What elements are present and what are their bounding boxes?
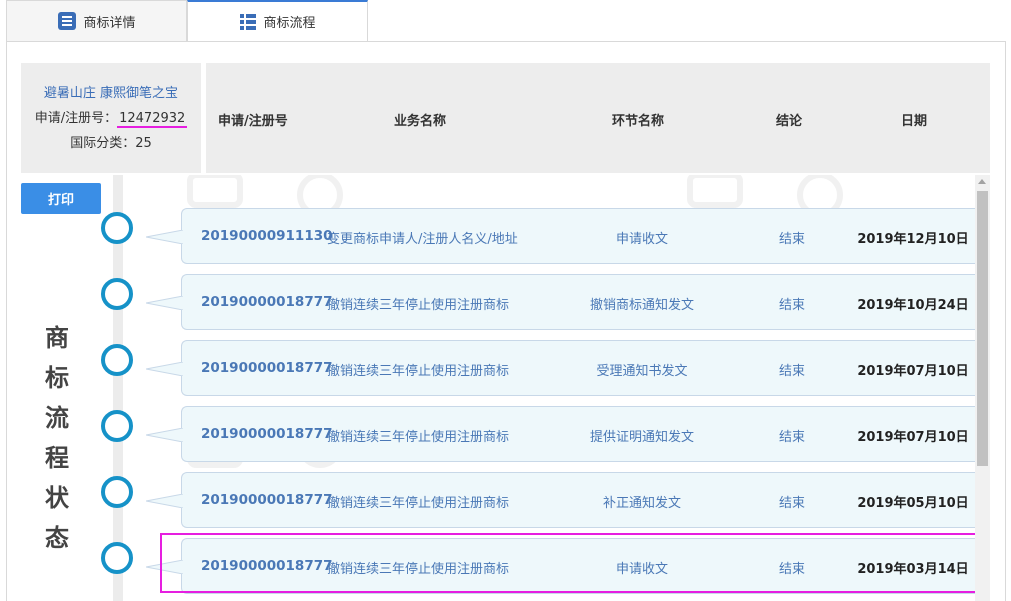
header-result: 结论 <box>776 114 803 129</box>
row-business: 撤销连续三年停止使用注册商标 <box>327 430 510 445</box>
row-result: 结束 <box>778 496 805 511</box>
row-result: 结束 <box>778 562 805 577</box>
row-reg-no: 20190000018777 <box>201 294 333 310</box>
flow-row[interactable]: 20190000018777 撤销连续三年停止使用注册商标 申请收文 结束 20… <box>146 538 975 594</box>
scrollbar-thumb[interactable] <box>977 191 988 466</box>
speech-pointer <box>146 362 183 376</box>
tab-trademark-detail[interactable]: 商标详情 <box>6 0 187 42</box>
row-reg-no: 20190000018777 <box>201 360 333 376</box>
speech-pointer <box>146 428 183 442</box>
flow-row[interactable]: 20190000911130 变更商标申请人/注册人名义/地址 申请收文 结束 … <box>146 208 975 264</box>
tab-label: 商标详情 <box>83 15 136 31</box>
row-reg-no: 20190000018777 <box>201 558 333 574</box>
tab-bar: 商标详情 商标流程 <box>6 0 368 42</box>
row-date: 2019年07月10日 <box>857 430 969 445</box>
scroll-up-arrow-icon[interactable] <box>978 179 986 184</box>
row-date: 2019年07月10日 <box>857 364 969 379</box>
row-result: 结束 <box>778 232 805 247</box>
title-char: 商 <box>45 324 69 352</box>
speech-pointer <box>146 494 183 508</box>
timeline-node <box>101 278 133 310</box>
trademark-name[interactable]: 避暑山庄 康熙御笔之宝 <box>44 81 178 106</box>
timeline-node <box>101 212 133 244</box>
row-business: 撤销连续三年停止使用注册商标 <box>327 364 510 379</box>
row-business: 撤销连续三年停止使用注册商标 <box>327 496 510 511</box>
row-date: 2019年10月24日 <box>857 298 969 313</box>
row-step: 受理通知书发文 <box>596 364 688 379</box>
class-label: 国际分类： <box>70 135 136 151</box>
row-step: 撤销商标通知发文 <box>589 298 694 313</box>
flow-row[interactable]: 20190000018777 撤销连续三年停止使用注册商标 撤销商标通知发文 结… <box>146 274 975 330</box>
row-result: 结束 <box>778 364 805 379</box>
row-date: 2019年05月10日 <box>857 496 969 511</box>
title-char: 态 <box>45 524 69 552</box>
row-step: 提供证明通知发文 <box>589 430 694 445</box>
row-business: 撤销连续三年停止使用注册商标 <box>327 298 510 313</box>
row-step: 申请收文 <box>615 562 668 577</box>
row-reg-no: 20190000911130 <box>201 228 333 244</box>
row-result: 结束 <box>778 298 805 313</box>
header-business: 业务名称 <box>394 114 447 129</box>
flow-row[interactable]: 20190000018777 撤销连续三年停止使用注册商标 提供证明通知发文 结… <box>146 406 975 462</box>
row-business: 变更商标申请人/注册人名义/地址 <box>327 232 518 247</box>
speech-pointer <box>146 296 183 310</box>
speech-pointer <box>146 560 183 574</box>
row-step: 补正通知发文 <box>602 496 681 511</box>
header-date: 日期 <box>901 114 928 129</box>
title-char: 程 <box>45 444 69 472</box>
document-list-icon <box>58 12 77 30</box>
row-reg-no: 20190000018777 <box>201 426 333 442</box>
grid-list-icon <box>240 13 257 30</box>
title-char: 状 <box>45 484 69 512</box>
print-button[interactable]: 打印 <box>21 183 101 214</box>
international-class: 国际分类：25 <box>70 131 152 156</box>
flow-status-title: 商 标 流 程 状 态 <box>42 318 72 558</box>
header-step: 环节名称 <box>612 114 665 129</box>
row-result: 结束 <box>778 430 805 445</box>
timeline-node <box>101 542 133 574</box>
tab-label: 商标流程 <box>263 16 316 31</box>
vertical-scrollbar[interactable] <box>975 175 990 601</box>
flow-table-header: 申请/注册号 业务名称 环节名称 结论 日期 <box>206 63 990 173</box>
registration-value: 12472932 <box>117 110 188 128</box>
speech-pointer <box>146 230 183 244</box>
tab-trademark-flow[interactable]: 商标流程 <box>187 0 368 42</box>
row-date: 2019年12月10日 <box>857 232 969 247</box>
row-date: 2019年03月14日 <box>857 562 969 577</box>
row-reg-no: 20190000018777 <box>201 492 333 508</box>
header-reg-no: 申请/注册号 <box>218 114 288 129</box>
flow-row[interactable]: 20190000018777 撤销连续三年停止使用注册商标 受理通知书发文 结束… <box>146 340 975 396</box>
flow-row[interactable]: 20190000018777 撤销连续三年停止使用注册商标 补正通知发文 结束 … <box>146 472 975 528</box>
registration-number: 申请/注册号： 12472932 <box>35 106 188 131</box>
timeline-node <box>101 476 133 508</box>
row-business: 撤销连续三年停止使用注册商标 <box>327 562 510 577</box>
timeline-node <box>101 410 133 442</box>
title-char: 流 <box>45 404 69 432</box>
registration-label: 申请/注册号： <box>34 110 118 126</box>
trademark-info-card: 避暑山庄 康熙御笔之宝 申请/注册号： 12472932 国际分类：25 <box>21 63 201 173</box>
class-value: 25 <box>135 135 152 151</box>
timeline-node <box>101 344 133 376</box>
title-char: 标 <box>45 364 69 392</box>
row-step: 申请收文 <box>615 232 668 247</box>
